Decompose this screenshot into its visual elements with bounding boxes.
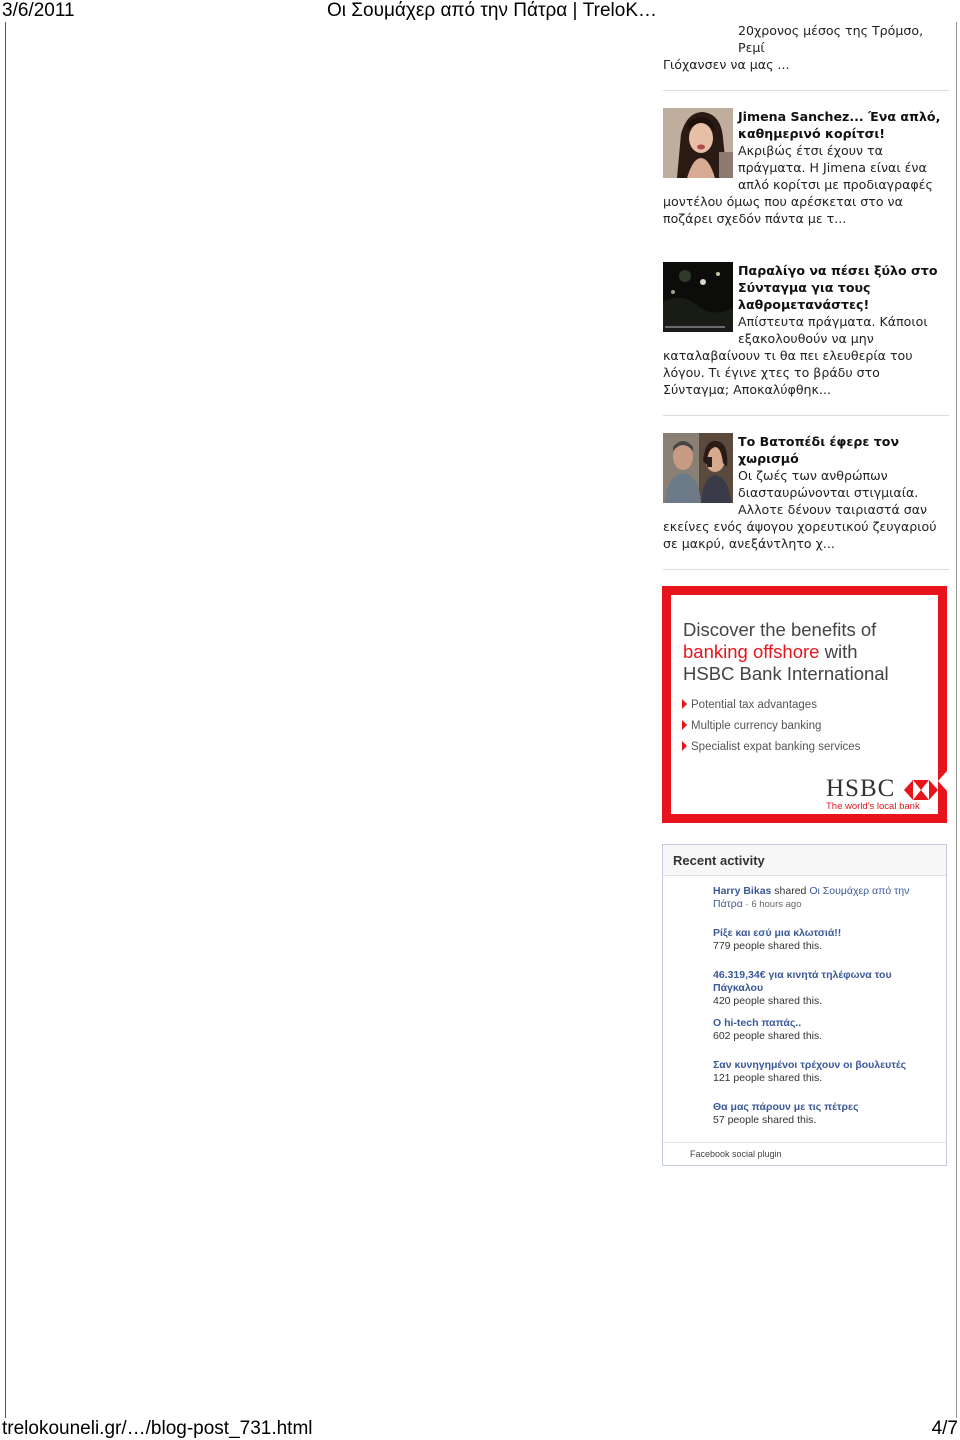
fb-activity-item: Ρίξε και εσύ μια κλωτσιά!! 779 people sh… — [713, 927, 938, 953]
post-divider — [663, 569, 949, 570]
fb-activity-item: 46.319,34€ για κινητά τηλέφωνα του Πάγκα… — [713, 969, 938, 1008]
fb-activity-list: Harry Bikas shared Οι Σουμάχερ από την Π… — [713, 885, 938, 1127]
ad-headline: Discover the benefits of banking offshor… — [683, 619, 889, 685]
bullet-triangle-icon — [682, 741, 687, 751]
fb-plugin-footer[interactable]: Facebook social plugin — [663, 1142, 946, 1165]
ad-bullet-text: Potential tax advantages — [691, 699, 817, 711]
popular-post: Το Βατοπέδι έφερε τον χωρισμό Οι ζωές τω… — [663, 433, 949, 552]
print-header: 3/6/2011 Οι Σουμάχερ από την Πάτρα | Tre… — [0, 0, 960, 22]
hsbc-hexagon-icon — [904, 780, 938, 800]
fragment-line-1: 20χρονος μέσος της Τρόμσο, Ρεμί — [738, 23, 924, 55]
print-footer: trelokouneli.gr/…/blog-post_731.html 4/7 — [0, 1418, 960, 1440]
fb-item-link[interactable]: Σαν κυνηγημένοι τρέχουν οι βουλευτές — [713, 1059, 938, 1072]
print-url: trelokouneli.gr/…/blog-post_731.html — [2, 1418, 313, 1439]
hsbc-tagline: The world's local bank — [826, 801, 920, 812]
ad-border-notch — [938, 771, 947, 791]
print-page-number: 4/7 — [931, 1418, 958, 1439]
fb-share-count: 602 people shared this. — [713, 1030, 823, 1042]
fragment-line-2: Γιόχανσεν να μας ... — [663, 57, 790, 72]
fb-activity-item: Σαν κυνηγημένοι τρέχουν οι βουλευτές 121… — [713, 1059, 938, 1085]
ad-headline-line-1: Discover the benefits of — [683, 619, 877, 640]
fb-share-count: 57 people shared this. — [713, 1114, 817, 1126]
fb-verb: shared — [771, 885, 810, 897]
right-border — [956, 22, 957, 1418]
fb-item-link[interactable]: Ρίξε και εσύ μια κλωτσιά!! — [713, 927, 938, 940]
fb-user-link[interactable]: Harry Bikas — [713, 885, 771, 897]
popular-post: Παραλίγο να πέσει ξύλο στο Σύνταγμα για … — [663, 262, 949, 398]
ad-bullet: Multiple currency banking — [682, 716, 860, 737]
print-date: 3/6/2011 — [2, 0, 75, 21]
post-fragment: 20χρονος μέσος της Τρόμσο, Ρεμί Γιόχανσε… — [663, 22, 949, 73]
bullet-triangle-icon — [682, 720, 687, 730]
bullet-triangle-icon — [682, 699, 687, 709]
hsbc-logo: HSBC The world's local bank — [826, 775, 938, 812]
popular-posts-sidebar: 20χρονος μέσος της Τρόμσο, Ρεμί Γιόχανσε… — [663, 22, 949, 570]
hsbc-banner-ad[interactable]: Discover the benefits of banking offshor… — [662, 586, 947, 823]
fb-item-link[interactable]: Ο hi-tech παπάς.. — [713, 1017, 938, 1030]
fb-item-link[interactable]: 46.319,34€ για κινητά τηλέφωνα του Πάγκα… — [713, 969, 938, 995]
ad-headline-highlight: banking offshore — [683, 641, 820, 662]
post-thumbnail-night-scene[interactable] — [663, 262, 733, 332]
ad-bullet: Potential tax advantages — [682, 695, 860, 716]
ad-headline-line-2-rest: with — [819, 641, 858, 662]
fb-share-count: 420 people shared this. — [713, 995, 823, 1007]
ad-headline-line-3: HSBC Bank International — [683, 663, 889, 684]
hsbc-logo-wordmark: HSBC — [826, 775, 896, 802]
ad-headline-line-2: banking offshore with — [683, 641, 889, 663]
ad-bullet-text: Multiple currency banking — [691, 720, 822, 732]
fb-share-count: 779 people shared this. — [713, 940, 823, 952]
ad-bullet-list: Potential tax advantages Multiple curren… — [682, 695, 860, 758]
print-page-title: Οι Σουμάχερ από την Πάτρα | TreloK… — [327, 0, 657, 21]
facebook-recent-activity: Recent activity Harry Bikas shared Οι Σο… — [662, 844, 947, 1166]
fb-activity-item: Ο hi-tech παπάς.. 602 people shared this… — [713, 1017, 938, 1043]
post-thumbnail-couple[interactable] — [663, 433, 733, 503]
ad-bullet-text: Specialist expat banking services — [691, 741, 861, 753]
fb-heading: Recent activity — [663, 845, 946, 876]
fb-item-link[interactable]: Θα μας πάρουν με τις πέτρες — [713, 1101, 938, 1114]
ad-bullet: Specialist expat banking services — [682, 737, 860, 758]
fb-timestamp: 6 hours ago — [751, 899, 802, 910]
fb-activity-item: Harry Bikas shared Οι Σουμάχερ από την Π… — [713, 885, 938, 911]
fb-share-count: 121 people shared this. — [713, 1072, 823, 1084]
left-border — [5, 22, 6, 1418]
post-thumbnail-woman[interactable] — [663, 108, 733, 178]
popular-post: Jimena Sanchez... Ένα απλό, καθημερινό κ… — [663, 108, 949, 227]
fb-activity-item: Θα μας πάρουν με τις πέτρες 57 people sh… — [713, 1101, 938, 1127]
